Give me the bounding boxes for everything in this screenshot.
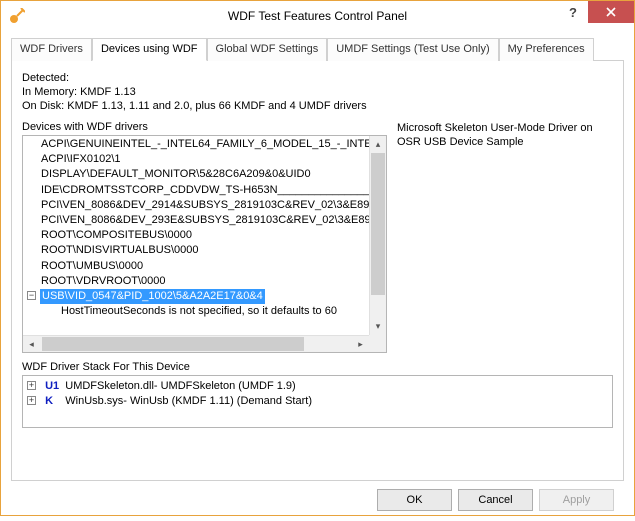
tree-item[interactable]: ACPI\GENUINEINTEL_-_INTEL64_FAMILY_6_MOD… xyxy=(23,137,369,152)
tab-row: WDF Drivers Devices using WDF Global WDF… xyxy=(11,37,624,61)
scroll-thumb[interactable] xyxy=(42,337,304,351)
window-title: WDF Test Features Control Panel xyxy=(1,9,634,23)
tab-global-wdf-settings[interactable]: Global WDF Settings xyxy=(207,38,328,61)
scroll-right-icon[interactable]: ▸ xyxy=(352,339,369,350)
tree-item[interactable]: ROOT\VDRVROOT\0000 xyxy=(23,274,369,289)
detected-line: In Memory: KMDF 1.13 xyxy=(22,85,613,99)
tree-item-selected[interactable]: −USB\VID_0547&PID_1002\5&A2A2E17&0&4 xyxy=(23,289,369,304)
tab-panel: Detected: In Memory: KMDF 1.13 On Disk: … xyxy=(11,61,624,481)
detected-line: On Disk: KMDF 1.13, 1.11 and 2.0, plus 6… xyxy=(22,99,613,113)
scroll-up-icon[interactable]: ▴ xyxy=(370,136,386,153)
horizontal-scrollbar[interactable]: ◂ ▸ xyxy=(23,335,369,352)
device-tree[interactable]: ACPI\GENUINEINTEL_-_INTEL64_FAMILY_6_MOD… xyxy=(22,135,387,353)
tab-umdf-settings[interactable]: UMDF Settings (Test Use Only) xyxy=(327,38,498,61)
tab-wdf-drivers[interactable]: WDF Drivers xyxy=(11,38,92,61)
cancel-button[interactable]: Cancel xyxy=(458,489,533,511)
stack-text: WinUsb.sys- WinUsb (KMDF 1.11) (Demand S… xyxy=(65,395,312,407)
tree-item[interactable]: ROOT\NDISVIRTUALBUS\0000 xyxy=(23,243,369,258)
stack-label: WDF Driver Stack For This Device xyxy=(22,361,613,373)
tree-item[interactable]: IDE\CDROMTSSTCORP_CDDVDW_TS-H653N_______… xyxy=(23,183,369,198)
expand-icon[interactable]: + xyxy=(27,381,36,390)
stack-item[interactable]: + U1 UMDFSkeleton.dll- UMDFSkeleton (UMD… xyxy=(27,379,608,394)
scroll-left-icon[interactable]: ◂ xyxy=(23,339,40,350)
detected-line: Detected: xyxy=(22,71,613,85)
tree-item[interactable]: ROOT\UMBUS\0000 xyxy=(23,259,369,274)
tree-item[interactable]: DISPLAY\DEFAULT_MONITOR\5&28C6A209&0&UID… xyxy=(23,167,369,182)
stack-tag: K xyxy=(45,395,53,407)
tree-item[interactable]: PCI\VEN_8086&DEV_293E&SUBSYS_2819103C&RE… xyxy=(23,213,369,228)
dialog-buttons: OK Cancel Apply xyxy=(11,481,624,511)
apply-button[interactable]: Apply xyxy=(539,489,614,511)
stack-text: UMDFSkeleton.dll- UMDFSkeleton (UMDF 1.9… xyxy=(65,380,295,392)
devices-label: Devices with WDF drivers xyxy=(22,121,387,133)
help-button[interactable]: ? xyxy=(558,1,588,23)
tab-my-preferences[interactable]: My Preferences xyxy=(499,38,594,61)
app-icon xyxy=(9,8,25,24)
vertical-scrollbar[interactable]: ▴ ▾ xyxy=(369,136,386,335)
collapse-icon[interactable]: − xyxy=(27,291,36,300)
expand-icon[interactable]: + xyxy=(27,396,36,405)
tree-item[interactable]: PCI\VEN_8086&DEV_2914&SUBSYS_2819103C&RE… xyxy=(23,198,369,213)
scroll-thumb[interactable] xyxy=(371,153,385,295)
device-info-text: Microsoft Skeleton User-Mode Driver on O… xyxy=(397,121,613,353)
tree-item[interactable]: ACPI\IFX0102\1 xyxy=(23,152,369,167)
tree-body[interactable]: ACPI\GENUINEINTEL_-_INTEL64_FAMILY_6_MOD… xyxy=(23,136,369,335)
tab-devices-using-wdf[interactable]: Devices using WDF xyxy=(92,38,207,61)
detected-block: Detected: In Memory: KMDF 1.13 On Disk: … xyxy=(22,71,613,113)
scroll-corner xyxy=(369,335,386,352)
scroll-down-icon[interactable]: ▾ xyxy=(370,318,386,335)
stack-tag: U1 xyxy=(45,380,59,392)
stack-item[interactable]: + K WinUsb.sys- WinUsb (KMDF 1.11) (Dema… xyxy=(27,394,608,409)
title-bar: WDF Test Features Control Panel ? xyxy=(1,1,634,31)
ok-button[interactable]: OK xyxy=(377,489,452,511)
tree-item-child[interactable]: HostTimeoutSeconds is not specified, so … xyxy=(23,304,369,319)
tree-item[interactable]: ROOT\COMPOSITEBUS\0000 xyxy=(23,228,369,243)
driver-stack-list[interactable]: + U1 UMDFSkeleton.dll- UMDFSkeleton (UMD… xyxy=(22,375,613,428)
close-button[interactable] xyxy=(588,1,634,23)
